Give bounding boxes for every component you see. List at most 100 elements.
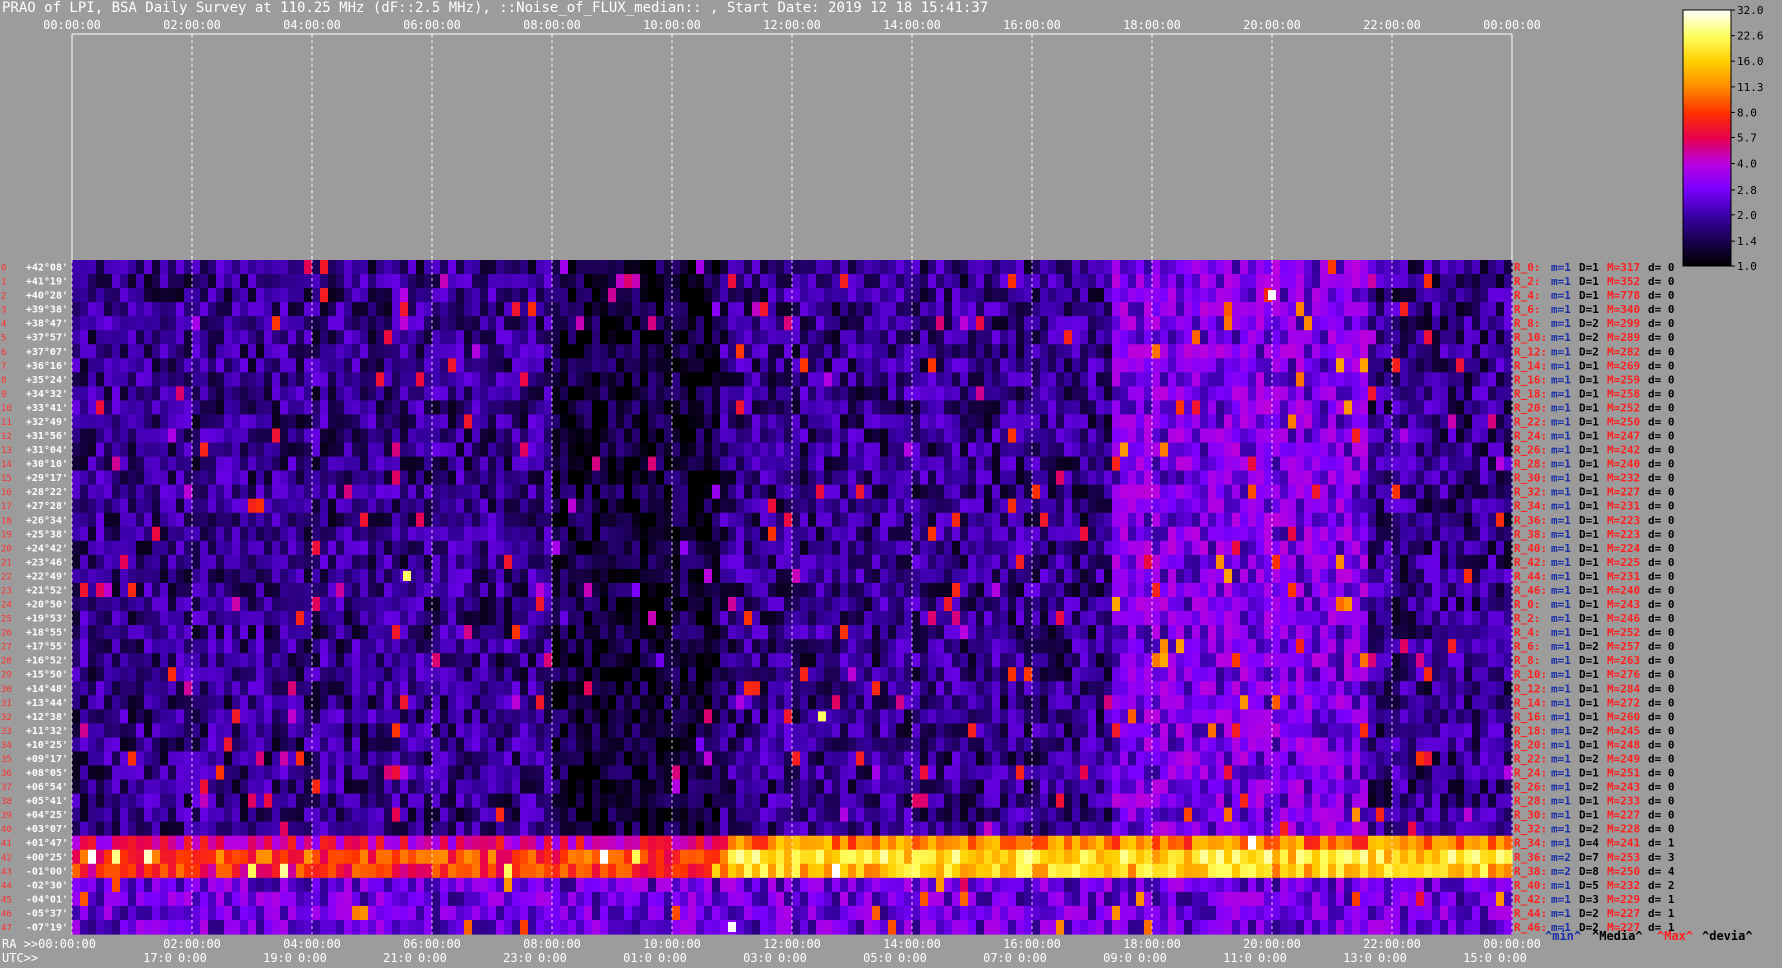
heatmap-cell xyxy=(448,414,457,430)
heatmap-cell xyxy=(1080,456,1089,472)
heatmap-cell xyxy=(624,302,633,317)
heatmap-cell xyxy=(328,344,337,359)
heatmap-cell xyxy=(832,344,841,359)
heatmap-cell xyxy=(976,470,985,486)
heatmap-cell xyxy=(208,302,217,317)
heatmap-cell xyxy=(704,582,713,598)
heatmap-cell xyxy=(1104,456,1113,472)
heatmap-cell xyxy=(888,512,897,528)
heatmap-cell xyxy=(440,484,449,500)
heatmap-cell xyxy=(1376,344,1385,359)
heatmap-cell xyxy=(968,428,977,444)
heatmap-cell xyxy=(944,625,953,640)
heatmap-cell xyxy=(1504,582,1513,598)
heatmap-cell xyxy=(1288,611,1297,626)
heatmap-cell xyxy=(1472,442,1481,458)
heatmap-cell xyxy=(880,330,889,345)
heatmap-cell xyxy=(672,414,681,430)
heatmap-cell xyxy=(648,554,657,570)
heatmap-cell xyxy=(248,442,257,458)
heatmap-cell xyxy=(928,386,937,402)
heatmap-cell xyxy=(832,484,841,500)
heatmap-cell xyxy=(704,456,713,472)
heatmap-cell xyxy=(456,344,465,359)
heatmap-cell xyxy=(664,330,673,345)
heatmap-cell xyxy=(872,597,881,612)
heatmap-cell xyxy=(224,288,233,303)
heatmap-cell xyxy=(224,582,233,598)
heatmap-cell xyxy=(1464,498,1473,514)
heatmap-cell xyxy=(160,260,169,275)
heatmap-cell xyxy=(632,568,641,584)
heatmap-cell xyxy=(1464,302,1473,317)
heatmap-cell xyxy=(1072,372,1081,387)
heatmap-cell xyxy=(1416,611,1425,626)
heatmap-cell xyxy=(744,260,753,275)
heatmap-cell xyxy=(872,316,881,331)
heatmap-cell xyxy=(192,484,201,500)
heatmap-cell xyxy=(120,456,129,472)
heatmap-cell xyxy=(520,597,529,612)
heatmap-cell xyxy=(1232,554,1241,570)
heatmap-cell xyxy=(472,526,481,542)
heatmap-cell xyxy=(584,484,593,500)
heatmap-cell xyxy=(608,428,617,444)
heatmap-cell xyxy=(760,456,769,472)
heatmap-cell xyxy=(1208,442,1217,458)
heatmap-cell xyxy=(544,625,553,640)
heatmap-cell xyxy=(576,568,585,584)
heatmap-cell xyxy=(1416,428,1425,444)
heatmap-cell xyxy=(1112,400,1121,416)
heatmap-cell xyxy=(720,639,729,654)
heatmap-cell xyxy=(376,330,385,345)
heatmap-cell xyxy=(1376,302,1385,317)
heatmap-cell xyxy=(592,639,601,654)
heatmap-cell xyxy=(1104,428,1113,444)
heatmap-cell xyxy=(544,414,553,430)
heatmap-cell xyxy=(424,568,433,584)
heatmap-cell xyxy=(392,512,401,528)
heatmap-cell xyxy=(744,330,753,345)
heatmap-cell xyxy=(1480,554,1489,570)
heatmap-cell xyxy=(1280,498,1289,514)
heatmap-cell xyxy=(864,611,873,626)
heatmap-cell xyxy=(288,582,297,598)
heatmap-cell xyxy=(136,456,145,472)
heatmap-cell xyxy=(832,288,841,303)
heatmap-cell xyxy=(1328,274,1337,289)
heatmap-cell xyxy=(1264,316,1273,331)
heatmap-cell xyxy=(904,597,913,612)
heatmap-cell xyxy=(1216,386,1225,402)
heatmap-cell xyxy=(160,597,169,612)
heatmap-cell xyxy=(1072,344,1081,359)
heatmap-cell xyxy=(976,625,985,640)
heatmap-cell xyxy=(624,625,633,640)
heatmap-cell xyxy=(904,442,913,458)
heatmap-cell xyxy=(800,456,809,472)
heatmap-cell xyxy=(736,484,745,500)
heatmap-cell xyxy=(1168,484,1177,500)
heatmap-cell xyxy=(976,498,985,514)
heatmap-cell xyxy=(696,526,705,542)
heatmap-cell xyxy=(664,400,673,416)
heatmap-cell xyxy=(328,526,337,542)
heatmap-cell xyxy=(1480,540,1489,556)
heatmap-cell xyxy=(1240,442,1249,458)
heatmap-cell xyxy=(432,639,441,654)
heatmap-cell xyxy=(280,611,289,626)
heatmap-cell xyxy=(888,568,897,584)
heatmap-cell xyxy=(240,400,249,416)
heatmap-cell xyxy=(1160,386,1169,402)
heatmap-cell xyxy=(1008,597,1017,612)
heatmap-cell xyxy=(864,274,873,289)
heatmap-cell xyxy=(1424,526,1433,542)
heatmap-cell xyxy=(1264,540,1273,556)
heatmap-cell xyxy=(1440,400,1449,416)
heatmap-cell xyxy=(856,554,865,570)
heatmap-cell xyxy=(488,330,497,345)
heatmap-cell xyxy=(640,526,649,542)
heatmap-cell xyxy=(104,540,113,556)
heatmap-cell xyxy=(656,274,665,289)
heatmap-cell xyxy=(360,554,369,570)
heatmap-cell xyxy=(240,625,249,640)
